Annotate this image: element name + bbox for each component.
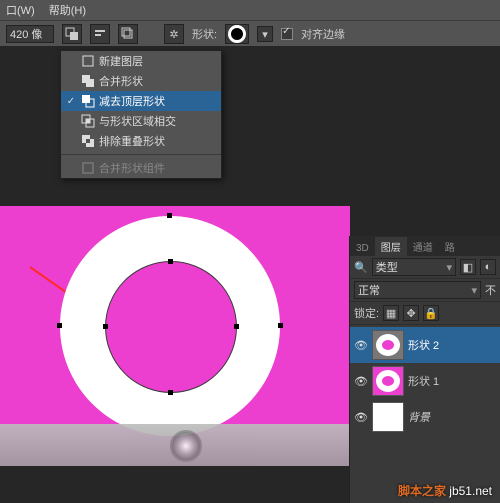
lock-all-icon[interactable]: 🔒 [423, 305, 439, 321]
menu-combine[interactable]: 合并形状 [61, 71, 221, 91]
watermark-brand: 脚本之家 [398, 484, 446, 498]
align-button[interactable] [90, 24, 110, 44]
lens-icon [170, 430, 202, 462]
menu-item-label: 新建图层 [99, 53, 143, 69]
menu-help[interactable]: 帮助(H) [49, 2, 86, 18]
lock-row: 锁定: ▦ ✥ 🔒 [350, 302, 500, 325]
subtract-icon [81, 94, 95, 108]
panel-tabs: 3D 图层 通道 路 [350, 236, 500, 256]
menu-exclude[interactable]: 排除重叠形状 [61, 131, 221, 151]
intersect-icon [81, 114, 95, 128]
visibility-eye-icon[interactable]: 👁 [354, 338, 368, 352]
layer-row[interactable]: 👁 形状 2 [350, 327, 500, 363]
layer-name: 形状 1 [408, 373, 439, 389]
shape-outer-circle[interactable] [60, 216, 280, 436]
lock-position-icon[interactable]: ✥ [403, 305, 419, 321]
opacity-label: 不 [485, 282, 496, 298]
shape-dropdown-icon[interactable]: ▾ [257, 26, 273, 42]
settings-gear-icon[interactable]: ✲ [164, 24, 184, 44]
lock-label: 锁定: [354, 305, 379, 321]
layer-thumb[interactable] [372, 402, 404, 432]
menu-item-label: 与形状区域相交 [99, 113, 176, 129]
filter-icon[interactable]: ◧ [460, 259, 476, 275]
blend-select[interactable]: 正常 [354, 281, 481, 299]
path-handle[interactable] [167, 213, 172, 218]
path-handle[interactable] [278, 323, 283, 328]
path-handle[interactable] [103, 324, 108, 329]
layer-name: 形状 2 [408, 337, 439, 353]
tab-3d[interactable]: 3D [350, 241, 375, 256]
canvas[interactable] [0, 206, 350, 466]
align-edges-label: 对齐边缘 [301, 26, 345, 42]
path-handle[interactable] [234, 324, 239, 329]
layer-row[interactable]: 👁 背景 [350, 399, 500, 435]
exclude-icon [81, 134, 95, 148]
layer-filter-row: 🔍 类型 ◧ ◐ [350, 256, 500, 279]
filter-icon[interactable]: ◐ [480, 259, 496, 275]
shape-inner-circle[interactable] [105, 261, 237, 393]
menu-item-label: 合并形状 [99, 73, 143, 89]
pathops-dropdown: 新建图层 合并形状 ✓ 减去顶层形状 与形状区域相交 排除重叠形状 合并形状组件 [60, 50, 222, 179]
menu-merge-components[interactable]: 合并形状组件 [61, 158, 221, 178]
filter-select[interactable]: 类型 [372, 258, 456, 276]
panels-column: 3D 图层 通道 路 🔍 类型 ◧ ◐ 正常 不 锁定: ▦ ✥ 🔒 👁 形状 … [349, 236, 500, 503]
merge-components-icon [81, 161, 95, 175]
shape-label: 形状: [192, 26, 217, 42]
menu-window[interactable]: 口(W) [6, 2, 35, 18]
menu-new-layer[interactable]: 新建图层 [61, 51, 221, 71]
layer-thumb[interactable] [372, 330, 404, 360]
layer-thumb[interactable] [372, 366, 404, 396]
layers-list: 👁 形状 2 👁 形状 1 👁 背景 [350, 325, 500, 435]
blend-row: 正常 不 [350, 279, 500, 302]
align-edges-checkbox[interactable] [281, 28, 293, 40]
layer-row[interactable]: 👁 形状 1 [350, 363, 500, 399]
menu-item-label: 减去顶层形状 [99, 93, 165, 109]
menubar: 口(W) 帮助(H) [0, 0, 500, 20]
tab-paths[interactable]: 路 [439, 237, 461, 256]
search-icon: 🔍 [354, 261, 368, 274]
watermark-site: jb51.net [449, 484, 492, 498]
arrange-button[interactable] [118, 24, 138, 44]
menu-item-label: 排除重叠形状 [99, 133, 165, 149]
lock-pixels-icon[interactable]: ▦ [383, 305, 399, 321]
menu-item-label: 合并形状组件 [99, 160, 165, 176]
watermark: 脚本之家 jb51.net [398, 482, 492, 499]
path-handle[interactable] [168, 259, 173, 264]
layer-name: 背景 [408, 409, 430, 425]
path-handle[interactable] [168, 390, 173, 395]
options-bar: ✲ 形状: ▾ 对齐边缘 [0, 20, 500, 48]
combine-icon [81, 74, 95, 88]
menu-subtract[interactable]: ✓ 减去顶层形状 [61, 91, 221, 111]
shape-preview[interactable] [225, 24, 249, 44]
tab-channels[interactable]: 通道 [407, 237, 439, 256]
visibility-eye-icon[interactable]: 👁 [354, 410, 368, 424]
watermark-strip [0, 424, 350, 466]
visibility-eye-icon[interactable]: 👁 [354, 374, 368, 388]
tab-layers[interactable]: 图层 [375, 237, 407, 256]
new-layer-icon [81, 54, 95, 68]
menu-intersect[interactable]: 与形状区域相交 [61, 111, 221, 131]
path-handle[interactable] [57, 323, 62, 328]
pathops-button[interactable] [62, 24, 82, 44]
width-input[interactable] [6, 25, 54, 43]
